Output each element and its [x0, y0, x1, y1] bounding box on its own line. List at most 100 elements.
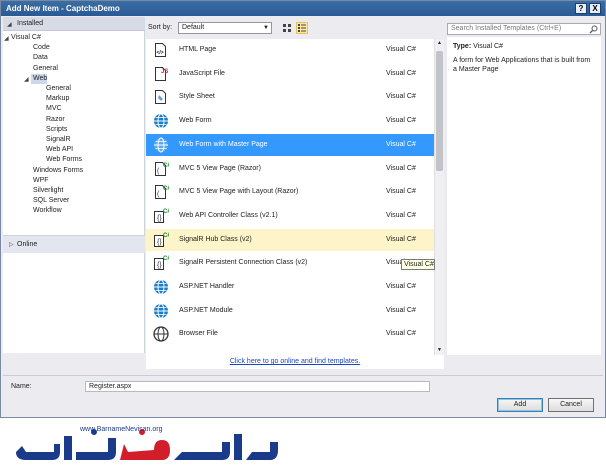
template-row[interactable]: (C# MVC 5 View Page (Razor) Visual C#	[146, 158, 434, 180]
tree-item-label: MVC	[46, 105, 62, 113]
tree-item[interactable]: General	[46, 84, 71, 94]
tree-item-label: Web API	[46, 146, 74, 154]
tree-item[interactable]: SQL Server	[33, 196, 69, 206]
template-name: Web Form	[179, 117, 212, 125]
template-language: Visual C#	[386, 46, 416, 53]
template-row[interactable]: </> HTML Page Visual C#	[146, 39, 434, 61]
tree-item-label: Markup	[46, 95, 70, 103]
template-row[interactable]: {}C# SignalR Persistent Connection Class …	[146, 252, 434, 274]
tree-item[interactable]: Code	[33, 43, 50, 53]
tree-item[interactable]: Web Forms	[46, 155, 82, 165]
help-button[interactable]: ?	[575, 3, 587, 14]
template-list-scrollbar[interactable]: ▲ ▼	[434, 39, 444, 355]
category-pane: ◢ Installed ◢ Visual C# Code Data General ◢ We…	[3, 17, 145, 353]
tree-item[interactable]: ◢ Web	[24, 73, 48, 84]
template-language: Visual C#	[386, 188, 416, 196]
expand-arrow-icon[interactable]: ◢	[24, 75, 29, 85]
template-name: Browser File	[179, 330, 218, 338]
tree-item[interactable]: Markup	[46, 94, 69, 104]
collapse-arrow-icon[interactable]: ◢	[7, 21, 12, 28]
expand-arrow-icon[interactable]: ▷	[9, 241, 14, 248]
tree-item[interactable]: WPF	[33, 176, 49, 186]
tree-item-label: Web Forms	[46, 156, 83, 164]
close-button[interactable]: X	[589, 3, 601, 14]
globe-icon	[153, 279, 168, 295]
tree-item-label: General	[46, 85, 71, 92]
tree-item[interactable]: Workflow	[33, 206, 62, 216]
template-name: ASP.NET Module	[179, 306, 233, 314]
mvc-page-icon: (C#	[153, 184, 171, 200]
tree-item[interactable]: Web API	[46, 145, 73, 155]
add-button[interactable]: Add	[497, 398, 543, 412]
template-language: Visual C#	[386, 69, 416, 77]
installed-header[interactable]: ◢ Installed	[3, 17, 145, 31]
template-name: Style Sheet	[179, 93, 215, 101]
chevron-down-icon: ▼	[263, 25, 269, 31]
sort-dropdown[interactable]: Default ▼	[178, 22, 272, 34]
svg-text:C#: C#	[163, 163, 169, 169]
tree-item[interactable]: General	[33, 64, 58, 74]
template-name: ASP.NET Handler	[179, 283, 235, 290]
template-row[interactable]: {}C# Web API Controller Class (v2.1) Visua…	[146, 205, 434, 227]
template-row[interactable]: Style Sheet Visual C#	[146, 86, 434, 108]
tree-item[interactable]: ◢ Visual C#	[4, 33, 41, 43]
name-input[interactable]: Register.aspx	[85, 381, 430, 392]
svg-text:JS: JS	[161, 69, 168, 75]
svg-text:C#: C#	[163, 256, 169, 262]
template-name: JavaScript File	[179, 69, 225, 77]
template-row[interactable]: ASP.NET Module Visual C#	[146, 300, 434, 322]
javascript-file-icon: JS	[153, 66, 168, 82]
tree-item[interactable]: Scripts	[46, 125, 67, 135]
tree-item[interactable]: SignalR	[46, 135, 71, 145]
template-row[interactable]: ASP.NET Handler Visual C#	[146, 276, 434, 298]
template-name: SignalR Persistent Connection Class (v2)	[179, 259, 308, 267]
template-list: </> HTML Page Visual C# JS JavaScript File Vi…	[146, 39, 434, 355]
tree-item-label: SignalR	[46, 136, 71, 143]
tree-item[interactable]: Razor	[46, 115, 65, 125]
template-name: MVC 5 View Page (Razor)	[179, 164, 261, 172]
template-row[interactable]: (C# MVC 5 View Page with Layout (Razor) Vi…	[146, 181, 434, 203]
browser-file-icon	[153, 326, 169, 343]
search-icon[interactable]	[589, 25, 598, 34]
tree-item-label: Workflow	[33, 207, 62, 215]
class-icon: {}C#	[153, 255, 171, 271]
globe-icon	[153, 137, 168, 153]
medium-icons-view-button[interactable]	[281, 22, 293, 34]
details-pane: Type: Visual C# A form for Web Applicati…	[447, 37, 601, 355]
barnamenevisan-logo: www.BarnameNevisan.org	[16, 426, 278, 460]
template-language: Visual C#	[386, 235, 416, 243]
online-header[interactable]: ▷ Online	[3, 235, 145, 253]
template-row[interactable]: Web Form Visual C#	[146, 110, 434, 132]
add-new-item-dialog: Add New Item - CaptchaDemo ? X ◢ Install…	[0, 0, 606, 418]
scroll-up-icon[interactable]: ▲	[437, 40, 442, 46]
template-language: Visual C#	[386, 164, 416, 172]
tree-item[interactable]: Data	[33, 53, 48, 63]
template-row[interactable]: {}C# SignalR Hub Class (v2) Visual C#	[146, 228, 434, 251]
type-label: Type:	[453, 43, 472, 50]
template-description: A form for Web Applications that is buil…	[453, 57, 591, 73]
tree-item[interactable]: Silverlight	[33, 186, 63, 196]
online-templates-link[interactable]: Click here to go online and find templat…	[146, 355, 444, 369]
grid-icon	[283, 24, 291, 32]
list-view-button[interactable]	[296, 22, 308, 34]
class-icon: {}C#	[153, 232, 171, 248]
scrollbar-thumb[interactable]	[436, 51, 443, 171]
tree-item-label: Scripts	[46, 125, 68, 133]
tree-item-label: General	[33, 64, 58, 72]
template-name: Web Form with Master Page	[179, 140, 268, 148]
tree-item-label: WPF	[33, 176, 49, 184]
scroll-down-icon[interactable]: ▼	[437, 347, 442, 353]
name-label: Name:	[11, 383, 32, 390]
tree-item-label: Silverlight	[33, 187, 64, 194]
tree-item[interactable]: Windows Forms	[33, 166, 83, 176]
tree-item[interactable]: MVC	[46, 104, 62, 114]
template-row[interactable]: JS JavaScript File Visual C#	[146, 63, 434, 85]
template-language: Visual C#	[386, 140, 416, 148]
template-row[interactable]: Web Form with Master Page Visual C#	[146, 133, 434, 156]
expand-arrow-icon[interactable]: ◢	[4, 34, 9, 44]
search-input[interactable]: Search Installed Templates (Ctrl+E)	[447, 23, 601, 35]
template-language: Visual C#	[386, 117, 416, 125]
template-row[interactable]: Browser File Visual C#	[146, 323, 434, 345]
cancel-button[interactable]: Cancel	[548, 398, 594, 412]
globe-icon	[153, 303, 168, 319]
